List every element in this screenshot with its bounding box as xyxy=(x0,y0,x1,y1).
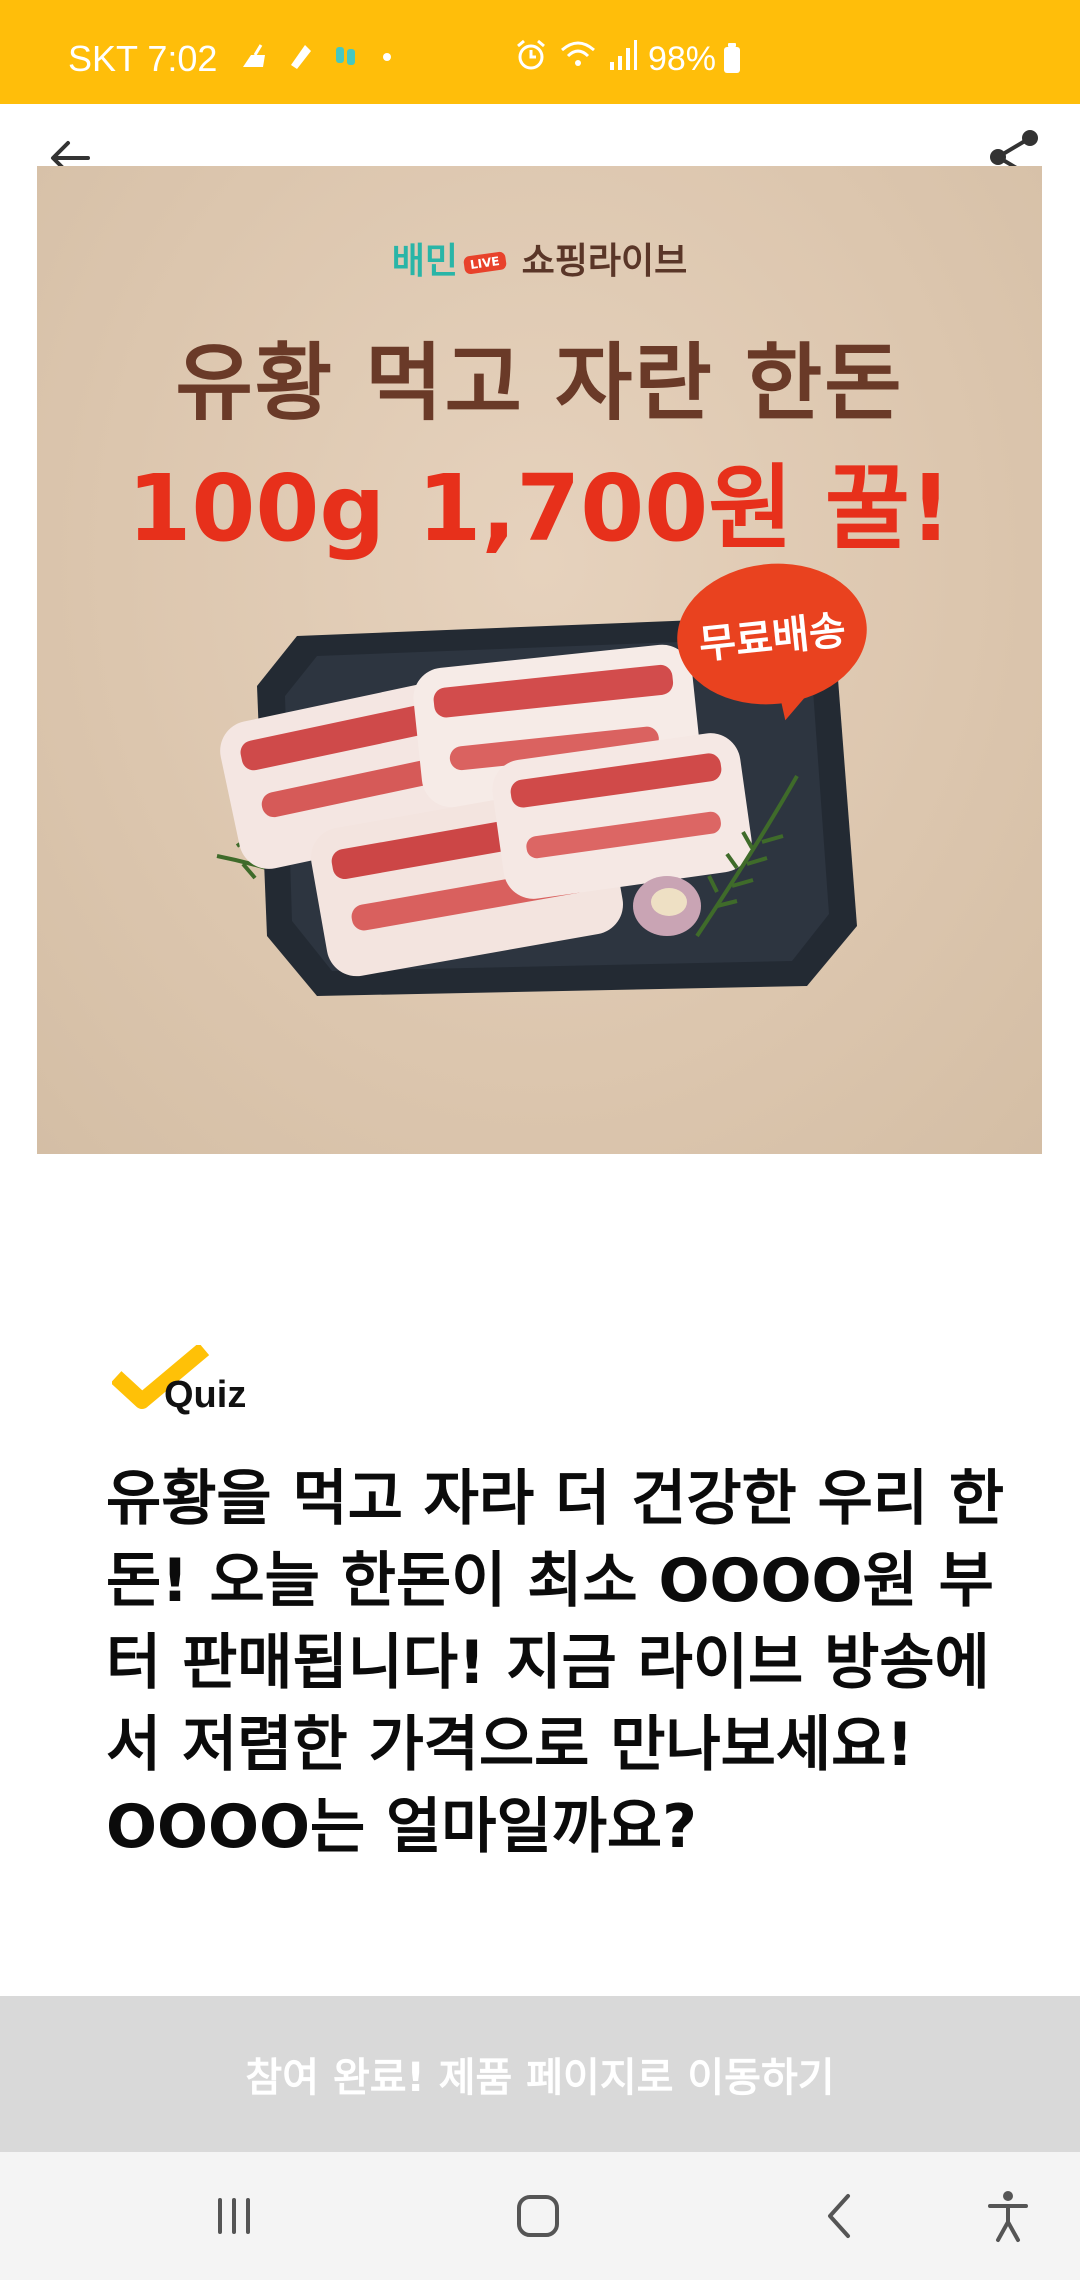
brand-logo: 배민 LIVE 쇼핑라이브 xyxy=(37,232,1042,284)
brand-left: 배민 xyxy=(391,241,459,282)
accessibility-button[interactable] xyxy=(976,2186,1040,2246)
battery-percent: 98% xyxy=(647,40,716,78)
accessibility-icon xyxy=(988,2191,1028,2242)
navigation-bar xyxy=(0,2152,1080,2280)
headline-line1: 유황 먹고 자란 한돈 xyxy=(175,334,904,432)
status-bar: SKT 7:02 98% xyxy=(0,0,1080,104)
home-button[interactable] xyxy=(506,2186,570,2246)
brand-tag: LIVE xyxy=(462,251,507,275)
broom-icon xyxy=(239,38,269,80)
quiz-question: 유황을 먹고 자라 더 건강한 우리 한돈! 오늘 한돈이 최소 OOOO원 부… xyxy=(106,1464,1005,1862)
brand-right: 쇼핑라이브 xyxy=(521,241,688,282)
notification-icon xyxy=(285,38,315,80)
go-to-product-button[interactable]: 참여 완료! 제품 페이지로 이동하기 xyxy=(0,1996,1080,2152)
status-left: SKT 7:02 xyxy=(68,38,413,80)
app-icon xyxy=(331,38,361,80)
recents-button[interactable] xyxy=(202,2186,266,2246)
product-banner[interactable]: 배민LIVE 쇼핑라이브 유황 먹고 자란 한돈 100g 1,700원 꿀! xyxy=(37,166,1042,1154)
status-right: 98% xyxy=(514,38,740,81)
signal-icon xyxy=(608,38,638,81)
back-icon xyxy=(828,2194,850,2238)
system-back-button[interactable] xyxy=(808,2186,872,2246)
alarm-icon xyxy=(514,38,548,81)
quiz-label: Quiz xyxy=(164,1374,247,1416)
battery-icon xyxy=(724,42,740,73)
carrier-time: SKT 7:02 xyxy=(68,38,218,79)
home-icon xyxy=(517,2195,559,2237)
wifi-icon xyxy=(558,38,598,81)
dot-icon xyxy=(377,38,397,80)
recents-icon xyxy=(218,2198,250,2234)
headline-line2: 100g 1,700원 꿀! xyxy=(127,455,952,562)
